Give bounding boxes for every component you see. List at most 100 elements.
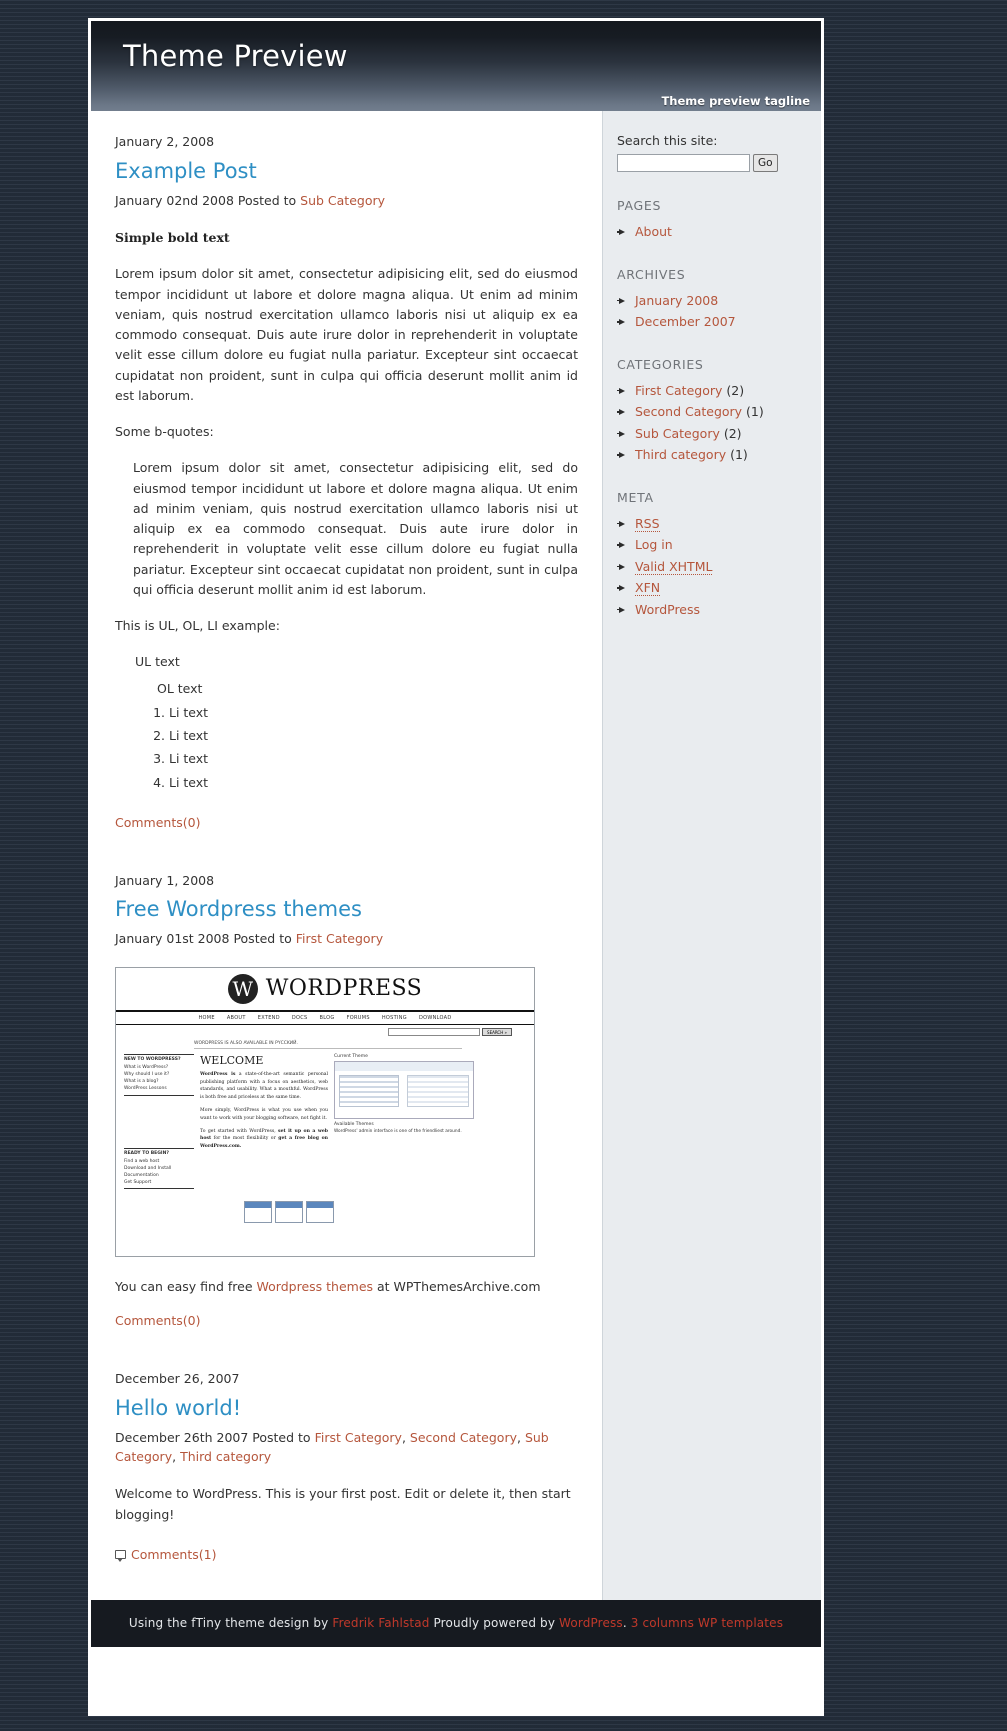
sidebar-count: (1) [742, 404, 764, 419]
post-paragraph: Lorem ipsum dolor sit amet, consectetur … [115, 266, 578, 403]
post-category-link[interactable]: Third category [180, 1449, 271, 1464]
post-category-link[interactable]: Second Category [410, 1430, 517, 1445]
wp-shot-right-column: Current Theme Available Themes WordPress… [334, 1054, 474, 1196]
caption-after: at WPThemesArchive.com [373, 1278, 541, 1294]
sidebar-link[interactable]: Second Category [635, 404, 742, 419]
wp-nav-item: ABOUT [226, 1014, 246, 1021]
post-paragraph: Welcome to WordPress. This is your first… [115, 1486, 571, 1522]
wp-box-item: Documentation [124, 1172, 159, 1178]
post-bold-lead: Simple bold text [115, 230, 230, 246]
post-meta-text: January 01st 2008 Posted to [115, 931, 296, 947]
sidebar-item-december-2007[interactable]: December 2007 [617, 311, 807, 333]
caption-before: You can easy find free [115, 1278, 257, 1294]
sidebar-item-rss[interactable]: RSS [617, 513, 807, 535]
post-separator [115, 1336, 578, 1370]
sidebar-link[interactable]: XFN [635, 580, 661, 596]
post-title-link[interactable]: Hello world! [115, 1396, 241, 1420]
sidebar-item-third-category[interactable]: Third category (1) [617, 444, 807, 466]
blockquote-text: Lorem ipsum dolor sit amet, consectetur … [133, 460, 578, 597]
post-title: Hello world! [115, 1396, 578, 1420]
post-category-link[interactable]: First Category [315, 1430, 402, 1445]
sidebar-item-second-category[interactable]: Second Category (1) [617, 401, 807, 423]
search-input[interactable] [617, 154, 750, 172]
sidebar-item-about[interactable]: About [617, 221, 807, 243]
wp-para-text: for the most flexibility or [211, 1136, 279, 1142]
sidebar-count: (1) [726, 447, 748, 462]
list-item: Li text [169, 726, 578, 746]
comments-link[interactable]: Comments(1) [131, 1547, 216, 1562]
wp-shot-brand: WORDPRESS [265, 976, 423, 1002]
post-title-link[interactable]: Example Post [115, 159, 257, 183]
sidebar-link[interactable]: About [635, 224, 672, 239]
wp-box-item: What is a blog? [124, 1078, 159, 1084]
post-category-link[interactable]: First Category [296, 931, 383, 946]
wp-shot-thumbnails [244, 1201, 534, 1224]
wp-nav-item: HOME [198, 1014, 215, 1021]
sidebar-link[interactable]: RSS [635, 515, 660, 532]
list-item: Li text [169, 703, 578, 723]
sidebar-item-wordpress[interactable]: WordPress [617, 599, 807, 621]
site-tagline: Theme preview tagline [661, 94, 810, 108]
comments-link[interactable]: Comments(0) [115, 815, 578, 830]
sidebar-item-valid-xhtml[interactable]: Valid XHTML [617, 556, 807, 578]
post-date-heading: January 2, 2008 [115, 134, 215, 149]
post-meta: January 01st 2008 Posted to First Catego… [115, 929, 578, 948]
sidebar-link[interactable]: Third category [635, 447, 726, 462]
sidebar-heading-meta: META [617, 489, 654, 505]
sidebar-link[interactable]: Sub Category [635, 426, 720, 441]
footer-text-2: Proudly powered by [429, 1616, 560, 1631]
wp-shot-body: NEW TO WORDPRESS? What is WordPress? Why… [116, 1049, 534, 1196]
sidebar-link[interactable]: Log in [635, 537, 673, 552]
sidebar-list-archives: January 2008 December 2007 [617, 290, 807, 333]
wp-thumb [306, 1201, 334, 1224]
sidebar-link[interactable]: WordPress [635, 602, 700, 617]
footer-author-link[interactable]: Fredrik Fahlstad [332, 1616, 429, 1630]
wp-nav-item: BLOG [319, 1014, 335, 1021]
post-category-link[interactable]: Sub Category [300, 193, 385, 208]
comments-link[interactable]: Comments(0) [115, 1313, 578, 1328]
list-item: Li text [169, 749, 578, 769]
sidebar-heading-categories: CATEGORIES [617, 356, 704, 372]
sidebar-item-january-2008[interactable]: January 2008 [617, 290, 807, 312]
wp-shot-header: W WORDPRESS [116, 967, 534, 1012]
sidebar-list-pages: About [617, 221, 807, 243]
sidebar-link[interactable]: December 2007 [635, 314, 736, 329]
sidebar-item-first-category[interactable]: First Category (2) [617, 380, 807, 402]
sidebar-item-login[interactable]: Log in [617, 534, 807, 556]
post-free-wordpress-themes: January 1, 2008 Free Wordpress themes Ja… [115, 872, 578, 1328]
sidebar-item-sub-category[interactable]: Sub Category (2) [617, 423, 807, 445]
demo-unordered-list: UL text OL text Li text Li text Li text … [135, 652, 578, 793]
wp-shot-paragraph: To get started with WordPress, set it up… [200, 1128, 328, 1151]
post-blockquote: Lorem ipsum dolor sit amet, consectetur … [133, 458, 578, 600]
site-header: Theme Preview Theme preview tagline [91, 21, 821, 111]
meta-sep: , [516, 1429, 525, 1445]
sidebar-link[interactable]: First Category [635, 383, 722, 398]
footer-templates-link[interactable]: 3 columns WP templates [631, 1616, 783, 1630]
post-title-link[interactable]: Free Wordpress themes [115, 897, 362, 921]
wordpress-screenshot-image[interactable]: W WORDPRESS HOME ABOUT EXTEND DOCS BLOG … [115, 966, 535, 1257]
footer-credits: Using the fTiny theme design by Fredrik … [129, 1616, 783, 1630]
post-title: Example Post [115, 159, 578, 183]
wp-shot-search-field [388, 1027, 480, 1036]
wp-shot-search-button: SEARCH » [482, 1027, 512, 1036]
wp-box-item: Get Support [124, 1179, 152, 1185]
post-body: You can easy find free Wordpress themes … [115, 1277, 578, 1328]
wp-para-bold: WordPress is [200, 1071, 236, 1077]
wp-box-item: Download and Install [124, 1165, 172, 1171]
sidebar-item-xfn[interactable]: XFN [617, 577, 807, 599]
wp-box-item: WordPress Lessons [124, 1085, 167, 1091]
sidebar-link[interactable]: Valid XHTML [635, 558, 713, 575]
sidebar-heading-archives: ARCHIVES [617, 266, 686, 282]
footer-wordpress-link[interactable]: WordPress [559, 1616, 623, 1630]
content-column: January 2, 2008 Example Post January 02n… [91, 111, 602, 1600]
wordpress-logo-icon: W [227, 973, 258, 1004]
search-go-button[interactable]: Go [753, 154, 778, 172]
post-body: Welcome to WordPress. This is your first… [115, 1484, 578, 1562]
wp-shot-paragraph: More simply, WordPress is what you use w… [200, 1107, 328, 1121]
search-form: Go [617, 154, 807, 172]
post-title: Free Wordpress themes [115, 897, 578, 921]
wp-nav-item: DOCS [291, 1014, 308, 1021]
wordpress-themes-link[interactable]: Wordpress themes [257, 1279, 374, 1294]
sidebar-link[interactable]: January 2008 [635, 293, 718, 308]
comments-row[interactable]: Comments(1) [115, 1547, 578, 1562]
